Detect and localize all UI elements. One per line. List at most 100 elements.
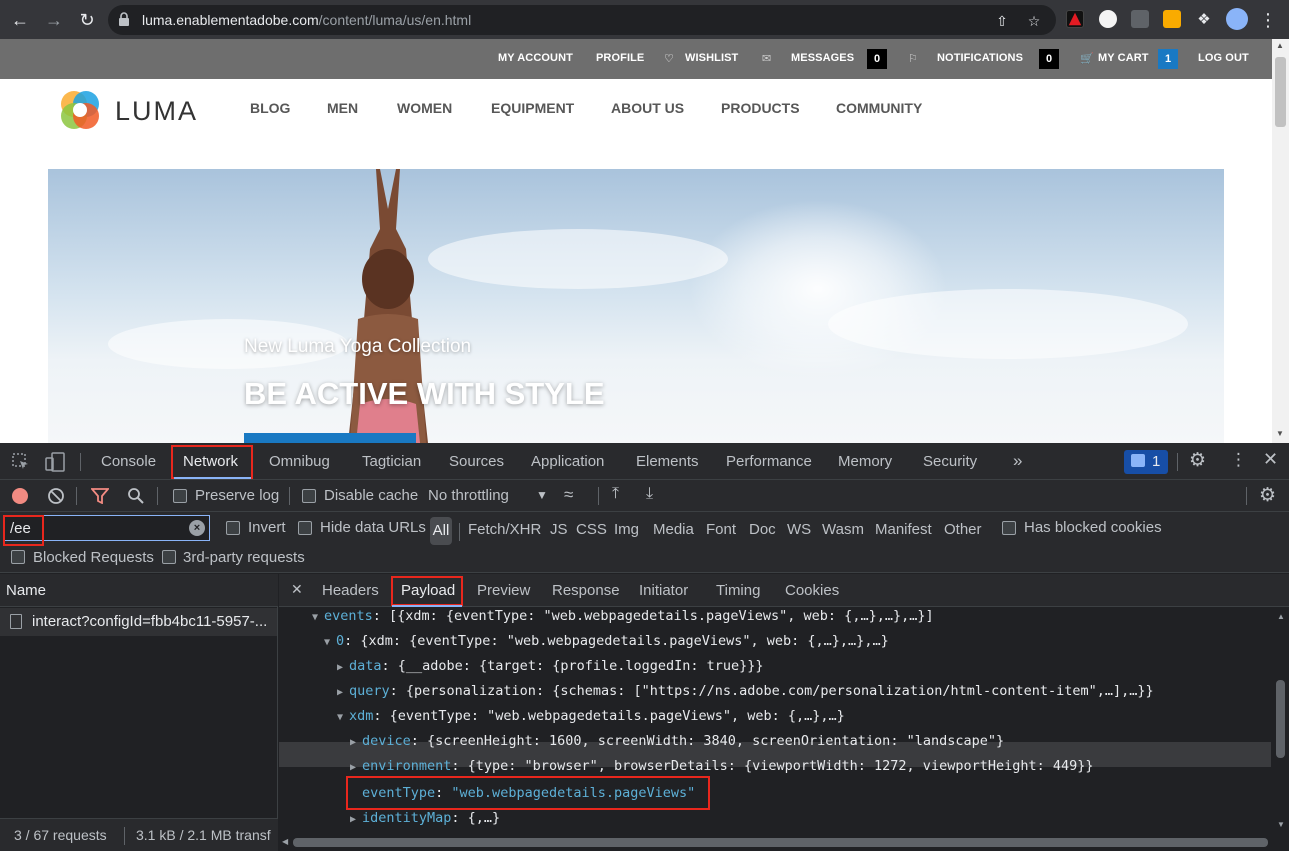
payload-line-query[interactable]: ▶ query: {personalization: {schemas: ["ht… xyxy=(337,683,1154,699)
tab-sources[interactable]: Sources xyxy=(449,453,504,470)
chevron-down-icon[interactable]: ▼ xyxy=(536,488,548,502)
type-filter-other[interactable]: Other xyxy=(944,521,982,538)
hero-banner[interactable]: New Luma Yoga Collection BE ACTIVE WITH … xyxy=(48,169,1224,443)
puzzle-icon[interactable]: ❖ xyxy=(1192,8,1216,32)
tab-memory[interactable]: Memory xyxy=(838,453,892,470)
preserve-log-checkbox[interactable] xyxy=(173,489,187,503)
nav-women[interactable]: WOMEN xyxy=(397,100,452,116)
tab-headers[interactable]: Headers xyxy=(322,582,379,599)
tab-initiator[interactable]: Initiator xyxy=(639,582,688,599)
nav-blog[interactable]: BLOG xyxy=(250,100,290,116)
name-column-header[interactable]: Name xyxy=(6,582,46,599)
nav-equipment[interactable]: EQUIPMENT xyxy=(491,100,574,116)
tab-application[interactable]: Application xyxy=(531,453,604,470)
inspect-element-icon[interactable] xyxy=(11,452,31,472)
tab-omnibug[interactable]: Omnibug xyxy=(269,453,330,470)
type-filter-img[interactable]: Img xyxy=(614,521,639,538)
wifi-gear-icon[interactable]: ≈ xyxy=(564,485,573,505)
messages-link[interactable]: MESSAGES xyxy=(791,52,854,64)
blocked-requests-checkbox[interactable] xyxy=(11,550,25,564)
close-detail-icon[interactable]: ✕ xyxy=(291,581,303,598)
tab-response[interactable]: Response xyxy=(552,582,620,599)
my-cart-link[interactable]: MY CART xyxy=(1098,52,1149,64)
caret-right-icon[interactable]: ▶ xyxy=(350,762,362,773)
payload-hscroll-thumb[interactable] xyxy=(293,838,1268,847)
type-filter-font[interactable]: Font xyxy=(706,521,736,538)
address-bar[interactable]: luma.enablementadobe.com/content/luma/us… xyxy=(108,5,1056,35)
type-filter-media[interactable]: Media xyxy=(653,521,694,538)
tab-timing[interactable]: Timing xyxy=(716,582,760,599)
star-icon[interactable]: ☆ xyxy=(1026,13,1042,29)
network-settings-gear-icon[interactable]: ⚙ xyxy=(1259,484,1276,507)
clear-icon[interactable] xyxy=(47,487,65,505)
filter-icon[interactable] xyxy=(91,488,109,504)
type-filter-manifest[interactable]: Manifest xyxy=(875,521,932,538)
luma-logo-icon[interactable] xyxy=(57,87,103,133)
throttling-select[interactable]: No throttling xyxy=(428,487,509,504)
type-filter-wasm[interactable]: Wasm xyxy=(822,521,864,538)
type-filter-ws[interactable]: WS xyxy=(787,521,811,538)
payload-line-data[interactable]: ▶ data: {__adobe: {target: {profile.logge… xyxy=(337,658,764,674)
type-filter-doc[interactable]: Doc xyxy=(749,521,776,538)
more-tabs-icon[interactable]: » xyxy=(1013,451,1022,471)
hide-data-urls-checkbox[interactable] xyxy=(298,521,312,535)
caret-down-icon[interactable]: ▼ xyxy=(312,612,324,623)
tab-tagtician[interactable]: Tagtician xyxy=(362,453,421,470)
search-icon[interactable] xyxy=(127,487,145,505)
my-account-link[interactable]: MY ACCOUNT xyxy=(498,52,573,64)
page-scroll-thumb[interactable] xyxy=(1275,57,1286,127)
scroll-up-icon[interactable]: ▲ xyxy=(1277,612,1285,621)
import-icon[interactable]: ⤒ xyxy=(612,485,619,503)
request-row[interactable]: interact?configId=fbb4bc11-5957-... xyxy=(0,608,277,636)
back-icon[interactable]: ← xyxy=(8,8,32,32)
adobe-extension-icon[interactable] xyxy=(1066,10,1084,28)
type-filter-js[interactable]: JS xyxy=(550,521,568,538)
forward-icon[interactable]: → xyxy=(42,8,66,32)
export-icon[interactable]: ⤓ xyxy=(646,485,653,503)
disable-cache-checkbox[interactable] xyxy=(302,489,316,503)
issues-badge[interactable]: 1 xyxy=(1124,450,1168,474)
payload-line-device[interactable]: ▶ device: {screenHeight: 1600, screenWidt… xyxy=(350,733,1004,749)
notifications-link[interactable]: NOTIFICATIONS xyxy=(937,52,1023,64)
nav-community[interactable]: COMMUNITY xyxy=(836,100,922,116)
hero-cta-button[interactable] xyxy=(244,433,416,443)
tab-cookies[interactable]: Cookies xyxy=(785,582,839,599)
logout-link[interactable]: LOG OUT xyxy=(1198,52,1249,64)
tab-performance[interactable]: Performance xyxy=(726,453,812,470)
logo-text[interactable]: LUMA xyxy=(115,96,198,127)
wishlist-link[interactable]: WISHLIST xyxy=(685,52,738,64)
kebab-menu-icon[interactable]: ⋮ xyxy=(1256,8,1280,32)
payload-line-xdm[interactable]: ▼ xdm: {eventType: "web.webpagedetails.pa… xyxy=(337,708,845,724)
type-filter-fetch-xhr[interactable]: Fetch/XHR xyxy=(468,521,541,538)
close-icon[interactable]: ✕ xyxy=(1263,449,1278,470)
type-filter-all[interactable]: All xyxy=(430,517,452,545)
avatar[interactable] xyxy=(1226,8,1248,30)
tab-security[interactable]: Security xyxy=(923,453,977,470)
nav-products[interactable]: PRODUCTS xyxy=(721,100,800,116)
tab-console[interactable]: Console xyxy=(101,453,156,470)
page-scrollbar[interactable]: ▲ ▼ xyxy=(1272,39,1289,443)
has-blocked-cookies-checkbox[interactable] xyxy=(1002,521,1016,535)
extension-layers-icon[interactable] xyxy=(1163,10,1181,28)
profile-link[interactable]: PROFILE xyxy=(596,52,644,64)
payload-line-event-0[interactable]: ▼ 0: {xdm: {eventType: "web.webpagedetail… xyxy=(324,633,889,649)
caret-down-icon[interactable]: ▼ xyxy=(324,637,336,648)
gear-icon[interactable]: ⚙ xyxy=(1189,449,1206,472)
ublock-icon[interactable] xyxy=(1131,10,1149,28)
payload-line-events[interactable]: ▼ events: [{xdm: {eventType: "web.webpage… xyxy=(312,608,934,624)
scroll-down-icon[interactable]: ▼ xyxy=(1276,429,1284,438)
scroll-left-icon[interactable]: ◀ xyxy=(282,837,288,846)
device-toggle-icon[interactable] xyxy=(44,451,66,473)
type-filter-css[interactable]: CSS xyxy=(576,521,607,538)
payload-line-identity-map[interactable]: ▶ identityMap: {,…} xyxy=(350,810,500,826)
caret-right-icon[interactable]: ▶ xyxy=(350,737,362,748)
kebab-menu-icon[interactable]: ⋮ xyxy=(1230,450,1247,470)
reload-icon[interactable]: ↻ xyxy=(75,8,99,32)
extension-s-icon[interactable] xyxy=(1099,10,1117,28)
payload-scroll-thumb[interactable] xyxy=(1276,680,1285,758)
nav-men[interactable]: MEN xyxy=(327,100,358,116)
caret-right-icon[interactable]: ▶ xyxy=(337,662,349,673)
caret-down-icon[interactable]: ▼ xyxy=(337,712,349,723)
invert-checkbox[interactable] xyxy=(226,521,240,535)
caret-right-icon[interactable]: ▶ xyxy=(337,687,349,698)
